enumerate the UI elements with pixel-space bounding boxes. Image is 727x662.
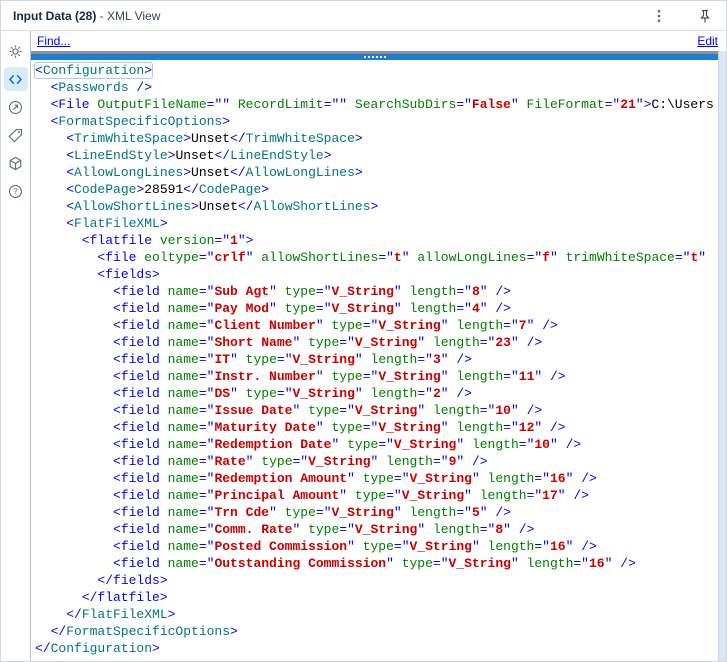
svg-text:?: ?: [13, 187, 18, 196]
xml-line: <file eoltype="crlf" allowShortLines="t"…: [97, 250, 707, 265]
xml-line: <AllowShortLines>Unset</AllowShortLines>: [66, 199, 379, 214]
splitter-grip-icon: [363, 56, 386, 58]
xml-line: <field name="Sub Agt" type="V_String" le…: [113, 284, 511, 299]
xml-line: <field name="Redemption Date" type="V_St…: [113, 437, 582, 452]
xml-line: <FlatFileXML>: [66, 216, 168, 231]
sidebar-item-annotation[interactable]: [4, 123, 28, 147]
kebab-menu-icon: [657, 9, 661, 22]
sidebar-item-settings[interactable]: [4, 39, 28, 63]
xml-line: <field name="IT" type="V_String" length=…: [113, 352, 472, 367]
package-icon: [9, 156, 22, 170]
selected-node-highlight: <Configuration>: [33, 62, 154, 79]
pin-icon: [700, 9, 710, 22]
xml-line: <field name="Principal Amount" type="V_S…: [113, 488, 589, 503]
more-options-button[interactable]: [648, 5, 670, 27]
xml-line: <TrimWhiteSpace>Unset</TrimWhiteSpace>: [66, 131, 363, 146]
xml-view-panel: { "window": { "title_primary": "Input Da…: [0, 0, 727, 662]
config-sidebar: ?: [1, 31, 31, 661]
xml-line: </FlatFileXML>: [66, 607, 176, 622]
xml-line: <fields>: [97, 267, 160, 282]
xml-code[interactable]: <Configuration> <Passwords /> <File Output…: [31, 60, 718, 661]
xml-line: <field name="Instr. Number" type="V_Stri…: [113, 369, 566, 384]
xml-line: <field name="Issue Date" type="V_String"…: [113, 403, 543, 418]
xml-line: <AllowLongLines>Unset</AllowLongLines>: [66, 165, 363, 180]
xml-line: <LineEndStyle>Unset</LineEndStyle>: [66, 148, 332, 163]
xml-line: <Passwords />: [50, 80, 153, 95]
tag-icon: [8, 128, 23, 142]
edit-link[interactable]: Edit: [697, 34, 718, 48]
xml-line: <field name="Comm. Rate" type="V_String"…: [113, 522, 535, 537]
xml-line: <field name="Client Number" type="V_Stri…: [113, 318, 558, 333]
xml-line: <field name="DS" type="V_String" length=…: [113, 386, 472, 401]
xml-line: </FormatSpecificOptions>: [50, 624, 238, 639]
sidebar-item-xml-view[interactable]: [3, 67, 28, 91]
sidebar-item-help[interactable]: ?: [4, 179, 28, 203]
xml-line: <field name="Outstanding Commission" typ…: [113, 556, 636, 571]
panel-header: Input Data (28) - XML View: [1, 1, 726, 31]
xml-line: <flatfile version="1">: [81, 233, 254, 248]
xml-line: <field name="Short Name" type="V_String"…: [113, 335, 543, 350]
xml-line: </Configuration>: [35, 641, 160, 656]
sidebar-item-open-example[interactable]: [4, 95, 28, 119]
xml-line: </fields>: [97, 573, 168, 588]
splitter-handle[interactable]: [31, 51, 718, 60]
sidebar-item-package[interactable]: [4, 151, 28, 175]
xml-line: <CodePage>28591</CodePage>: [66, 182, 270, 197]
arrow-circle-icon: [8, 100, 23, 114]
xml-line: </flatfile>: [81, 590, 168, 605]
xml-line: <Configuration>: [33, 62, 718, 79]
help-icon: ?: [8, 184, 23, 198]
xml-view-main: Find... Edit <Configuration> <Passwords /…: [31, 31, 726, 661]
panel-title: Input Data (28) - XML View: [13, 9, 160, 23]
xml-line: <File OutputFileName="" RecordLimit="" S…: [50, 97, 714, 112]
xml-line: <field name="Posted Commission" type="V_…: [113, 539, 597, 554]
view-name: - XML View: [96, 8, 161, 23]
tool-name: Input Data (28): [13, 8, 97, 23]
find-link[interactable]: Find...: [37, 34, 70, 48]
xml-line: <field name="Trn Cde" type="V_String" le…: [113, 505, 511, 520]
gear-icon: [9, 44, 22, 58]
pin-panel-button[interactable]: [694, 5, 716, 27]
xml-line: <field name="Maturity Date" type="V_Stri…: [113, 420, 566, 435]
xml-line: <field name="Rate" type="V_String" lengt…: [113, 454, 488, 469]
xml-line: <field name="Redemption Amount" type="V_…: [113, 471, 597, 486]
vertical-scrollbar[interactable]: [718, 51, 726, 661]
code-icon: [9, 74, 22, 84]
xml-line: <field name="Pay Mod" type="V_String" le…: [113, 301, 511, 316]
xml-toolbar: Find... Edit: [31, 31, 726, 51]
xml-line: <FormatSpecificOptions>: [50, 114, 231, 129]
